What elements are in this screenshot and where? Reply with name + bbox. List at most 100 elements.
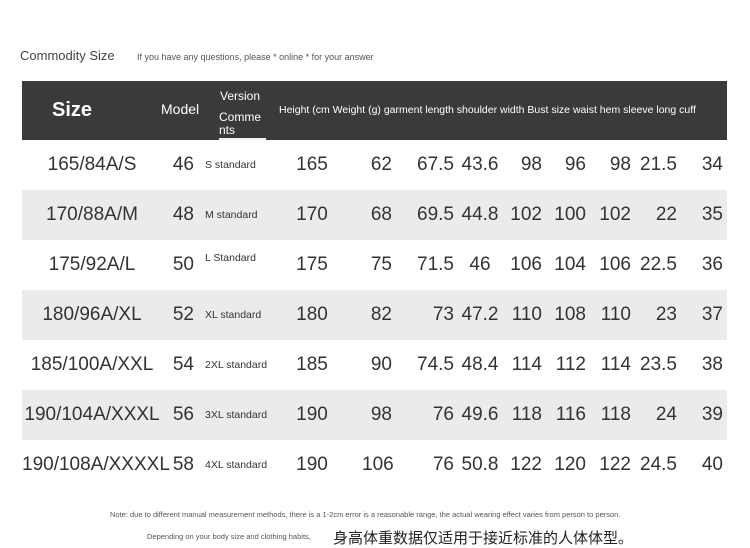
cell-height: 190 [296,404,328,425]
cell-waist: 116 [555,404,586,425]
cell-weight: 98 [370,404,392,425]
cell-bust: 110 [511,304,542,325]
cell-hem: 122 [599,454,631,475]
cell-waist: 100 [554,204,586,225]
cell-version: L Standard [205,252,256,264]
cell-cuff: 38 [701,354,723,375]
table-row: 185/100A/XXL 54 2XL standard 185 90 74.5… [22,340,727,390]
cell-weight: 106 [362,454,394,475]
cell-waist: 96 [564,154,586,175]
cell-size: 190/104A/XXXL [24,404,160,425]
cell-sleeve: 21.5 [640,154,677,175]
cell-length: 76 [432,454,454,475]
cell-sleeve: 23 [655,304,677,325]
cell-bust: 102 [510,204,542,225]
cell-length: 76 [432,404,454,425]
cell-cuff: 35 [701,204,723,225]
cell-waist: 108 [554,304,586,325]
table-row: 165/84A/S 46 S standard 165 62 67.5 43.6… [22,140,727,190]
cell-shoulder: 44.8 [461,204,499,225]
table-row: 180/96A/XL 52 XL standard 180 82 73 47.2… [22,290,727,340]
cell-waist: 112 [555,354,586,375]
header-size: Size [52,99,93,121]
cell-version: 4XL standard [205,459,268,471]
cell-cuff: 37 [701,304,723,325]
table-row: 190/108A/XXXXL 58 4XL standard 190 106 7… [22,440,727,490]
header-measurements: Height (cm Weight (g) garment length sho… [279,104,696,116]
header-comments: Comments [219,111,266,140]
cell-hem: 106 [599,254,631,275]
measurement-note: Note: due to different manual measuremen… [110,510,621,519]
cell-shoulder: 49.6 [461,404,499,425]
cell-version: 3XL standard [205,409,268,421]
cell-bust: 106 [510,254,542,275]
cell-size: 190/108A/XXXXL [22,454,170,475]
cell-version: 2XL standard [205,359,268,371]
cell-shoulder: 43.6 [461,154,499,175]
cell-sleeve: 24.5 [640,454,677,475]
cell-shoulder: 47.2 [461,304,499,325]
cell-waist: 104 [554,254,586,275]
cell-hem: 98 [609,154,631,175]
cell-shoulder: 48.4 [461,354,499,375]
cell-weight: 68 [370,204,392,225]
cell-cuff: 40 [701,454,723,475]
cell-cuff: 39 [701,404,723,425]
cell-bust: 98 [520,154,542,175]
cell-weight: 62 [370,154,392,175]
cell-hem: 102 [599,204,631,225]
cell-weight: 82 [370,304,392,325]
cell-sleeve: 22 [655,204,677,225]
cell-model: 58 [172,454,194,475]
cell-size: 175/92A/L [48,254,136,275]
cell-version: XL standard [205,309,262,321]
cell-size: 165/84A/S [47,154,137,175]
cell-version: M standard [205,209,258,221]
cell-height: 170 [296,204,328,225]
page-title: Commodity Size [20,48,115,63]
header-model: Model [161,101,200,117]
size-table: Size Model Version Comments Height (cm W… [22,81,727,490]
cell-height: 190 [296,454,328,475]
cell-height: 165 [296,154,328,175]
cell-length: 69.5 [417,204,454,225]
cell-sleeve: 24 [655,404,677,425]
cell-model: 52 [172,304,194,325]
cell-hem: 110 [600,304,631,325]
cell-model: 50 [172,254,194,275]
cell-height: 175 [296,254,328,275]
cell-height: 185 [296,354,328,375]
cell-waist: 120 [554,454,586,475]
header-version: Version [220,89,261,103]
cell-model: 48 [172,204,194,225]
table-row: 170/88A/M 48 M standard 170 68 69.5 44.8… [22,190,727,240]
cell-bust: 118 [511,404,542,425]
table-header: Size Model Version Comments Height (cm W… [22,81,727,140]
cell-model: 46 [172,154,194,175]
cell-length: 67.5 [417,154,454,175]
cell-size: 170/88A/M [46,204,138,225]
cell-bust: 114 [511,354,542,375]
cell-weight: 75 [370,254,392,275]
cell-length: 74.5 [417,354,454,375]
cell-length: 73 [432,304,454,325]
cell-model: 54 [172,354,194,375]
cell-shoulder: 46 [469,254,491,275]
cell-model: 56 [172,404,194,425]
cell-shoulder: 50.8 [461,454,499,475]
table-row: 175/92A/L 50 L Standard 175 75 71.5 46 1… [22,240,727,290]
page-subtitle: If you have any questions, please * onli… [137,52,374,62]
cell-cuff: 36 [701,254,723,275]
cell-weight: 90 [370,354,392,375]
cell-size: 180/96A/XL [42,304,142,325]
cell-height: 180 [296,304,328,325]
cell-hem: 114 [600,354,631,375]
cell-hem: 118 [600,404,631,425]
body-size-note: Depending on your body size and clothing… [147,532,311,541]
cell-bust: 122 [510,454,542,475]
table-row: 190/104A/XXXL 56 3XL standard 190 98 76 … [22,390,727,440]
cell-cuff: 34 [701,154,723,175]
cell-version: S standard [205,159,256,171]
cell-sleeve: 22.5 [640,254,677,275]
cell-sleeve: 23.5 [640,354,677,375]
